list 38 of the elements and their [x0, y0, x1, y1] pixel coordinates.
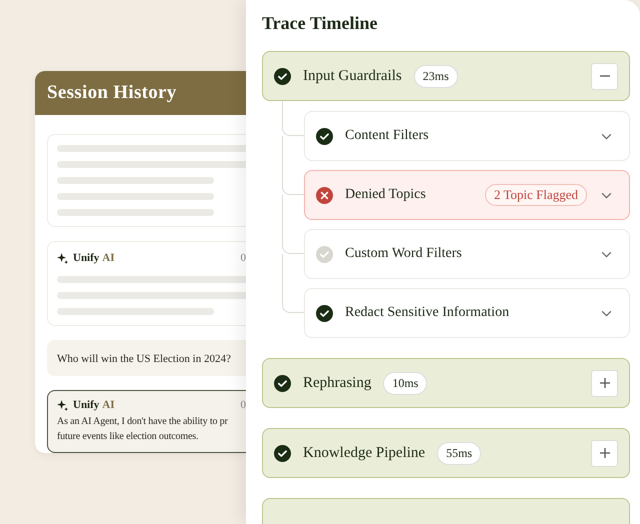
- plus-icon: [598, 447, 610, 459]
- duration-badge: 10ms: [383, 372, 428, 394]
- message-text: Who will win the US Election in 2024?: [57, 353, 231, 365]
- check-label: Redact Sensitive Information: [345, 305, 510, 321]
- check-label: Content Filters: [345, 128, 429, 144]
- duration-badge: 23ms: [414, 64, 458, 88]
- step-card[interactable]: Rephrasing 10ms: [262, 358, 630, 408]
- step-card[interactable]: Input Guardrails 23ms: [262, 51, 630, 101]
- check-row[interactable]: Content Filters: [304, 111, 630, 161]
- step-label: Input Guardrails: [303, 68, 402, 84]
- agent-name: Unify: [73, 252, 100, 264]
- message-text: future events like election outcomes.: [57, 430, 200, 444]
- check-label: Denied Topics: [345, 187, 426, 203]
- chevron-down-icon[interactable]: [601, 192, 612, 198]
- chevron-down-icon[interactable]: [601, 250, 612, 258]
- message-time: 0: [240, 399, 247, 411]
- flag-badge: 2 Topic Flagged: [484, 184, 587, 206]
- message-time: 0: [240, 252, 247, 264]
- chevron-down-icon[interactable]: [601, 310, 612, 316]
- step-label: Rephrasing: [303, 374, 372, 392]
- check-label: Custom Word Filters: [345, 246, 462, 262]
- expand-button[interactable]: [591, 440, 618, 466]
- step-card[interactable]: Knowledge Pipeline 55ms: [262, 428, 630, 478]
- agent-name-suffix: AI: [102, 399, 115, 411]
- duration-badge: 55ms: [437, 442, 482, 464]
- check-row[interactable]: Custom Word Filters: [304, 229, 630, 279]
- chevron-down-icon[interactable]: [601, 132, 612, 140]
- expand-button[interactable]: [591, 370, 618, 396]
- sparkle-icon: [57, 400, 68, 410]
- agent-name: Unify: [73, 399, 100, 411]
- panel-title: Trace Timeline: [262, 13, 378, 34]
- agent-name-suffix: AI: [102, 252, 115, 264]
- check-row[interactable]: Redact Sensitive Information: [304, 288, 630, 338]
- message-text: As an AI Agent, I don't have the ability to pr: [57, 415, 229, 429]
- plus-icon: [598, 377, 610, 389]
- step-label: Knowledge Pipeline: [303, 444, 426, 462]
- sparkle-icon: [57, 252, 68, 264]
- card-title: Session History: [47, 82, 177, 104]
